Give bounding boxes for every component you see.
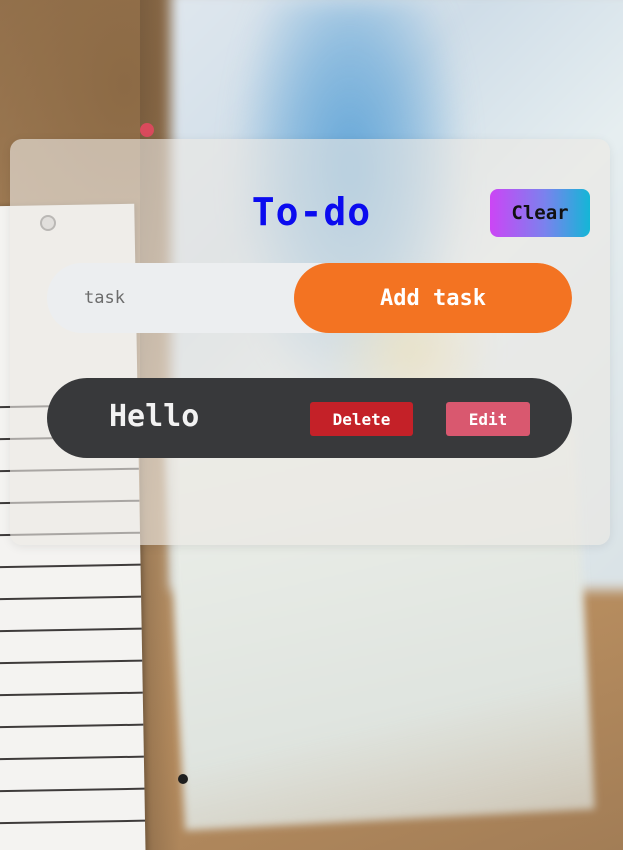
task-input[interactable] bbox=[47, 263, 307, 333]
clear-button[interactable]: Clear bbox=[490, 189, 590, 237]
task-text: Hello bbox=[109, 399, 200, 434]
new-task-bar: Add task bbox=[47, 263, 572, 333]
edit-task-button[interactable]: Edit bbox=[446, 402, 530, 436]
pushpin-icon bbox=[140, 123, 154, 137]
add-task-button[interactable]: Add task bbox=[294, 263, 572, 333]
delete-task-button[interactable]: Delete bbox=[310, 402, 413, 436]
pushpin-icon bbox=[178, 774, 188, 784]
task-list-item: Hello Delete Edit bbox=[47, 378, 572, 458]
